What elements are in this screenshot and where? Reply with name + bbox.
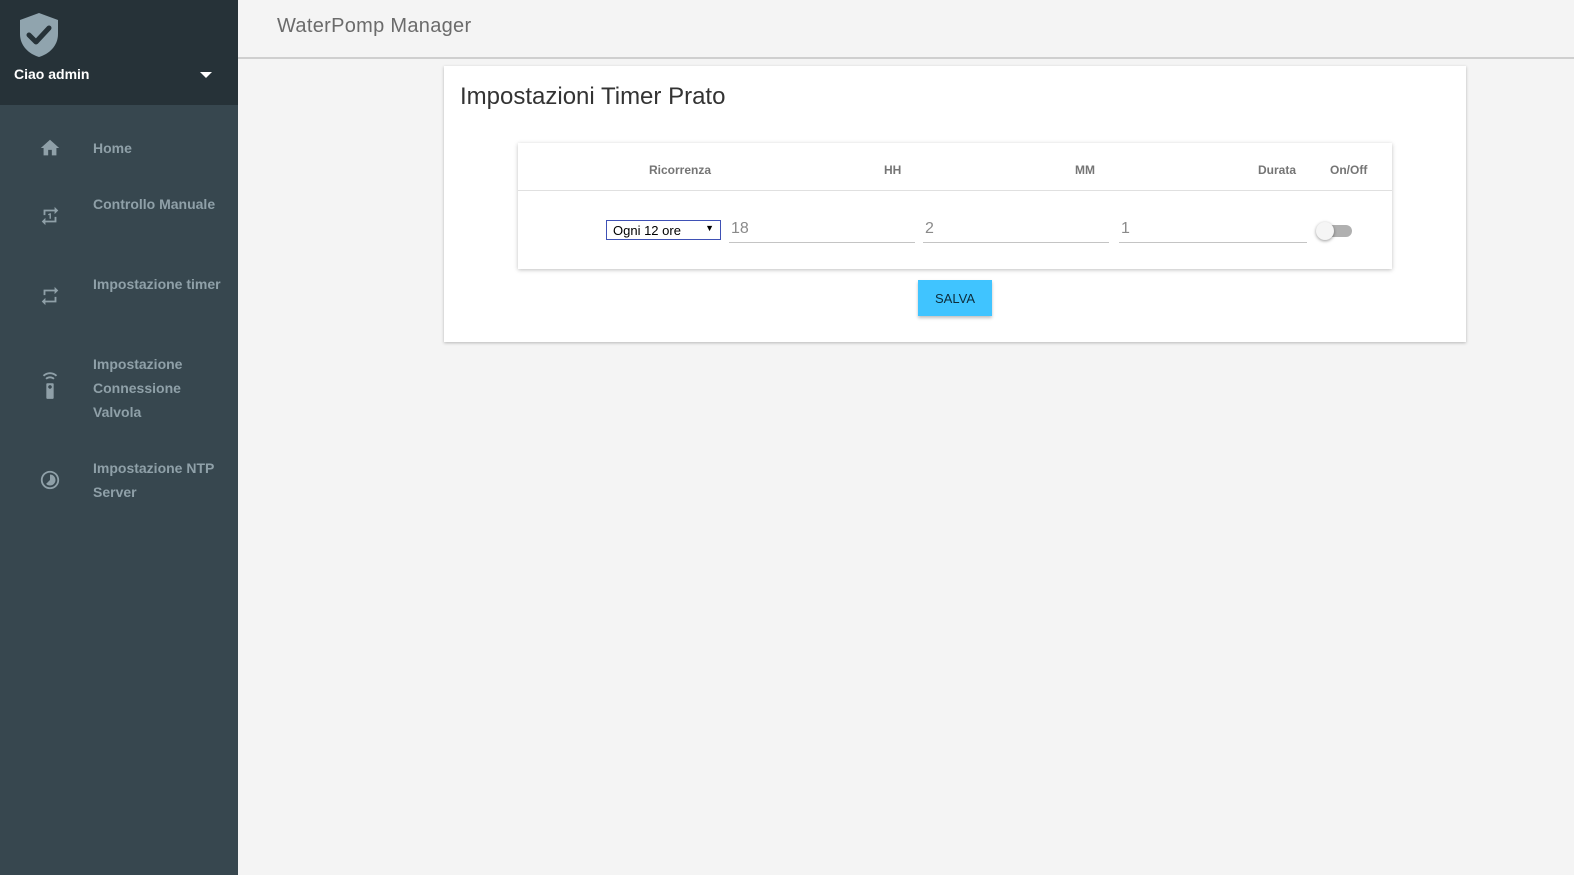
shield-check-icon — [18, 12, 60, 58]
sidebar-item-impostazione-timer[interactable]: Impostazione timer — [0, 270, 238, 322]
sidebar-item-label: Impostazione timer — [93, 276, 221, 292]
timelapse-icon — [38, 468, 62, 492]
sidebar-item-home[interactable]: Home — [0, 126, 238, 170]
on-off-toggle[interactable] — [1316, 221, 1354, 241]
home-icon — [38, 136, 62, 160]
repeat-one-icon — [38, 204, 62, 228]
page-title: Impostazioni Timer Prato — [460, 83, 726, 110]
sidebar-item-label: Controllo Manuale — [93, 196, 216, 212]
sidebar-item-label: Impostazione NTP Server — [93, 460, 215, 500]
column-header-hours: HH — [884, 163, 902, 177]
table-header: Ricorrenza HH MM Durata On/Off — [518, 143, 1392, 191]
hours-input[interactable]: 18 — [729, 217, 915, 243]
column-header-duration: Durata — [1258, 163, 1297, 177]
dropdown-arrow-icon: ▼ — [705, 223, 714, 233]
column-header-onoff: On/Off — [1330, 163, 1368, 177]
recurrence-select[interactable]: Ogni 12 ore ▼ — [606, 220, 721, 240]
sidebar-item-impostazione-connessione-valvola[interactable]: Impostazione Connessione Valvola — [0, 350, 238, 426]
sidebar: Ciao admin Home Controllo Manuale Impost… — [0, 0, 238, 875]
column-header-recurrence: Ricorrenza — [649, 163, 712, 177]
toggle-knob — [1316, 222, 1334, 240]
app-title: WaterPomp Manager — [277, 15, 472, 37]
duration-input[interactable]: 1 — [1119, 217, 1307, 243]
repeat-icon — [38, 284, 62, 308]
timer-table: Ricorrenza HH MM Durata On/Off Ogni 12 o… — [518, 143, 1392, 269]
sidebar-item-controllo-manuale[interactable]: Controllo Manuale — [0, 190, 238, 242]
recurrence-select-value: Ogni 12 ore — [613, 222, 681, 238]
save-button[interactable]: SALVA — [918, 280, 992, 316]
column-header-minutes: MM — [1075, 163, 1095, 177]
chevron-down-icon[interactable] — [200, 72, 212, 78]
user-greeting: Ciao admin — [14, 66, 90, 82]
sidebar-item-label: Home — [93, 140, 132, 156]
settings-remote-icon — [38, 372, 62, 399]
sidebar-item-impostazione-ntp-server[interactable]: Impostazione NTP Server — [0, 454, 238, 506]
minutes-input[interactable]: 2 — [923, 217, 1109, 243]
sidebar-header: Ciao admin — [0, 0, 238, 105]
timer-settings-card: Impostazioni Timer Prato Ricorrenza HH M… — [444, 66, 1466, 342]
sidebar-item-label: Impostazione Connessione Valvola — [93, 356, 183, 420]
top-bar: WaterPomp Manager — [238, 0, 1574, 59]
